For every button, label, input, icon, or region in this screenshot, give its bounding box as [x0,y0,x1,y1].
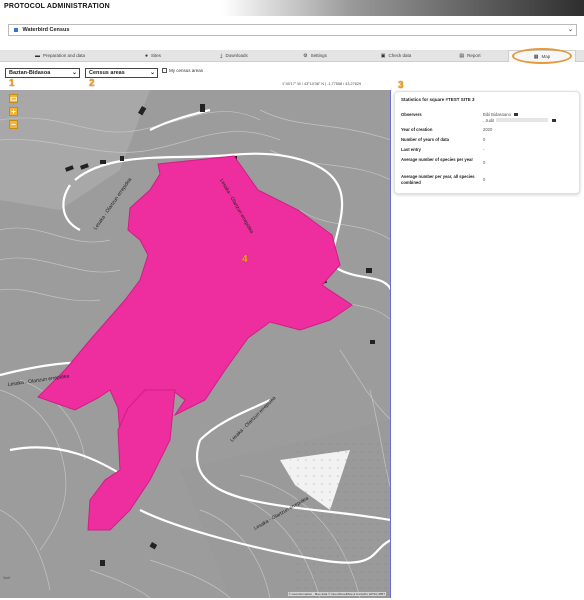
protocol-selector-value: Waterbird Census [22,27,70,33]
observer-name: , Judit [483,117,495,123]
annotation-1: 1 [9,78,15,89]
zoom-out-button[interactable]: − [9,120,18,129]
tab-preparation[interactable]: ▬ Preparation and data [10,50,110,62]
map-attribution: © Geoinformation · Map data © OpenStreet… [287,592,386,596]
observer-name: Bibi Bidasoano [483,112,511,117]
mail-icon[interactable] [552,118,557,122]
header-title: PROTOCOL ADMINISTRATION [4,3,110,10]
chevron-down-icon: ⌄ [149,70,155,76]
annotation-4: 4 [242,254,248,265]
tab-bar: ▬ Preparation and data ● Sites ⤓ Downloads … [0,50,584,62]
annotation-3: 3 [398,80,404,91]
coordinate-readout: 1°40'17" W / 43°10'36" N | -1,77558 / 43… [282,82,362,86]
redacted-text [496,118,549,123]
annotation-2: 2 [89,78,95,89]
tab-downloads[interactable]: ⤓ Downloads [194,50,274,62]
area-select[interactable]: Census areas ⌄ [85,68,158,78]
map-svg: Lesaka - Olartzun errepidea Lesaka - Ola… [0,90,390,598]
chevron-down-icon: ⌄ [71,70,77,76]
my-census-areas-checkbox[interactable]: My census areas [162,68,203,74]
square-icon [14,27,18,32]
pin-icon: ● [144,53,148,59]
scale-bar: ┕━━┙ [3,576,11,580]
mail-icon[interactable] [514,113,519,117]
tab-check-data[interactable]: ▣ Check data [356,50,436,62]
protocol-selector[interactable]: Waterbird Census ⌄ [8,24,577,36]
zoom-reset-button[interactable]: ▭ [9,94,18,103]
chevron-down-icon: ⌄ [567,27,573,33]
map-canvas[interactable]: Lesaka - Olartzun errepidea Lesaka - Ola… [0,90,391,598]
gear-icon: ⚙ [303,53,308,59]
highlight-ring [512,48,572,64]
stats-title: Statistics for square #TEST SITE 3 [401,97,475,102]
zoom-in-button[interactable]: + [9,107,18,116]
check-icon: ▣ [380,53,386,59]
download-icon: ⤓ [220,53,223,59]
folder-icon: ▬ [34,53,40,59]
checkbox-box[interactable] [162,68,167,74]
report-icon: ▤ [459,53,465,59]
tab-report[interactable]: ▤ Report [440,50,500,62]
tab-sites[interactable]: ● Sites [118,50,188,62]
stats-panel: Statistics for square #TEST SITE 3 Obser… [394,91,580,194]
layer-select[interactable]: Baztan-Bidasoa ⌄ [5,68,80,78]
tab-settings[interactable]: ⚙ Settings [280,50,350,62]
app-header: PROTOCOL ADMINISTRATION [0,0,584,16]
